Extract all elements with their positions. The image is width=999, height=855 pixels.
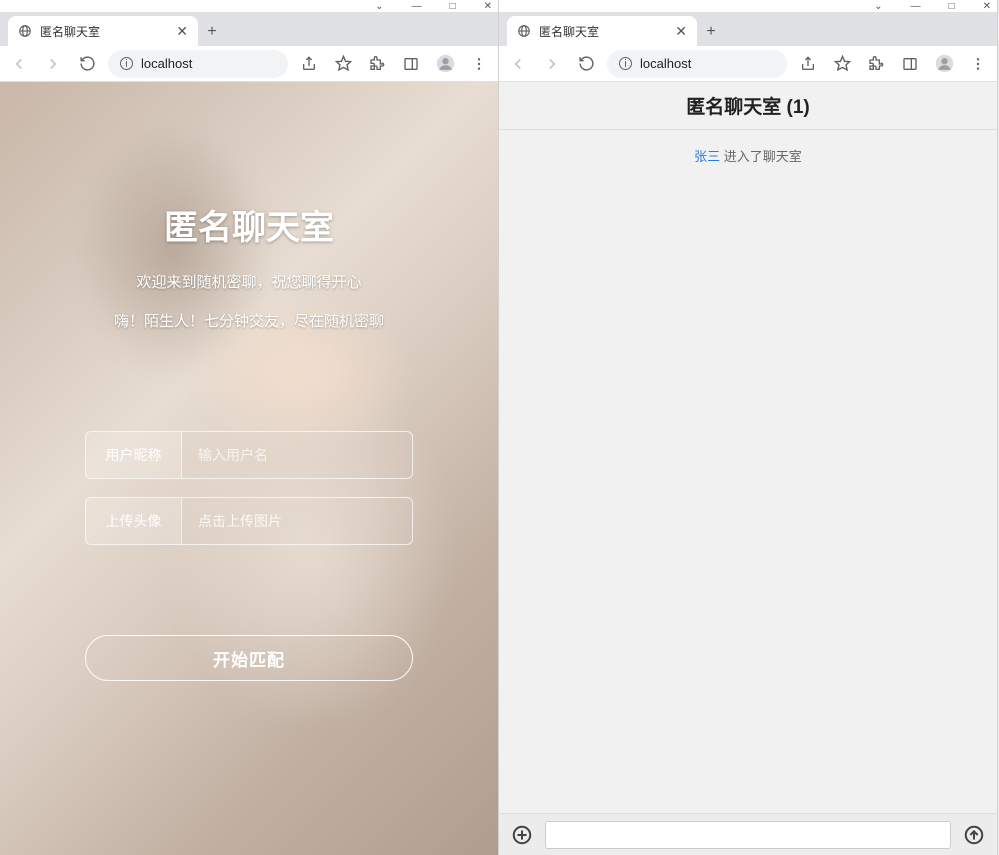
- forward-button[interactable]: [40, 51, 66, 77]
- tab-strip: 匿名聊天室 ✕ +: [499, 12, 997, 46]
- site-info-icon[interactable]: i: [619, 57, 632, 70]
- window-titlebar: ⌄ ― □ ✕: [499, 0, 997, 12]
- menu-icon[interactable]: [965, 51, 991, 77]
- minimize-icon[interactable]: ―: [412, 1, 422, 12]
- maximize-icon[interactable]: □: [450, 1, 456, 12]
- profile-icon[interactable]: [432, 51, 458, 77]
- login-page: 匿名聊天室 欢迎来到随机密聊，祝您聊得开心 嗨！陌生人！七分钟交友，尽在随机密聊…: [0, 82, 498, 855]
- url-input[interactable]: i localhost: [108, 50, 288, 78]
- minimize-icon[interactable]: ―: [911, 1, 921, 12]
- extensions-icon[interactable]: [863, 51, 889, 77]
- window-titlebar: ⌄ ― □ ✕: [0, 0, 498, 12]
- extensions-icon[interactable]: [364, 51, 390, 77]
- browser-tab[interactable]: 匿名聊天室 ✕: [8, 16, 198, 46]
- side-panel-icon[interactable]: [897, 51, 923, 77]
- caret-icon: ⌄: [375, 1, 383, 12]
- subtitle-2: 嗨！陌生人！七分钟交友，尽在随机密聊: [114, 310, 384, 331]
- chat-room-page: 匿名聊天室 (1) 张三 进入了聊天室: [499, 82, 997, 855]
- add-attachment-button[interactable]: [509, 822, 535, 848]
- star-icon[interactable]: [330, 51, 356, 77]
- close-icon[interactable]: ✕: [176, 23, 188, 40]
- message-input-bar: [499, 813, 997, 855]
- start-match-button[interactable]: 开始匹配: [85, 635, 413, 681]
- close-window-icon[interactable]: ✕: [484, 1, 492, 12]
- browser-window-right: ⌄ ― □ ✕ 匿名聊天室 ✕ + i localhost 匿名聊天室 (1) …: [499, 0, 998, 855]
- menu-icon[interactable]: [466, 51, 492, 77]
- send-button[interactable]: [961, 822, 987, 848]
- new-tab-button[interactable]: +: [697, 18, 725, 46]
- site-info-icon[interactable]: i: [120, 57, 133, 70]
- sysmsg-user: 张三: [694, 149, 720, 164]
- side-panel-icon[interactable]: [398, 51, 424, 77]
- app-title: 匿名聊天室: [164, 200, 334, 249]
- avatar-field: 上传头像 点击上传图片: [85, 497, 413, 545]
- avatar-label: 上传头像: [86, 498, 182, 544]
- address-bar: i localhost: [499, 46, 997, 82]
- browser-window-left: ⌄ ― □ ✕ 匿名聊天室 ✕ + i localhost 匿名聊天室 欢迎来到…: [0, 0, 499, 855]
- share-icon[interactable]: [795, 51, 821, 77]
- room-title: 匿名聊天室 (1): [499, 82, 997, 130]
- caret-icon: ⌄: [874, 1, 882, 12]
- url-input[interactable]: i localhost: [607, 50, 787, 78]
- star-icon[interactable]: [829, 51, 855, 77]
- close-window-icon[interactable]: ✕: [983, 1, 991, 12]
- subtitle-1: 欢迎来到随机密聊，祝您聊得开心: [136, 271, 361, 292]
- message-input[interactable]: [545, 821, 951, 849]
- browser-tab[interactable]: 匿名聊天室 ✕: [507, 16, 697, 46]
- system-message: 张三 进入了聊天室: [499, 146, 997, 165]
- profile-icon[interactable]: [931, 51, 957, 77]
- globe-icon: [517, 24, 531, 38]
- share-icon[interactable]: [296, 51, 322, 77]
- new-tab-button[interactable]: +: [198, 18, 226, 46]
- tab-strip: 匿名聊天室 ✕ +: [0, 12, 498, 46]
- message-area: 张三 进入了聊天室: [499, 130, 997, 813]
- sysmsg-text: 进入了聊天室: [720, 149, 802, 164]
- back-button[interactable]: [6, 51, 32, 77]
- maximize-icon[interactable]: □: [949, 1, 955, 12]
- url-text: localhost: [640, 56, 691, 71]
- forward-button[interactable]: [539, 51, 565, 77]
- reload-button[interactable]: [573, 51, 599, 77]
- back-button[interactable]: [505, 51, 531, 77]
- tab-title: 匿名聊天室: [40, 23, 168, 40]
- url-text: localhost: [141, 56, 192, 71]
- avatar-upload[interactable]: 点击上传图片: [182, 498, 412, 544]
- reload-button[interactable]: [74, 51, 100, 77]
- address-bar: i localhost: [0, 46, 498, 82]
- nickname-field: 用户昵称: [85, 431, 413, 479]
- close-icon[interactable]: ✕: [675, 23, 687, 40]
- tab-title: 匿名聊天室: [539, 23, 667, 40]
- nickname-label: 用户昵称: [86, 432, 182, 478]
- globe-icon: [18, 24, 32, 38]
- nickname-input[interactable]: [198, 447, 396, 463]
